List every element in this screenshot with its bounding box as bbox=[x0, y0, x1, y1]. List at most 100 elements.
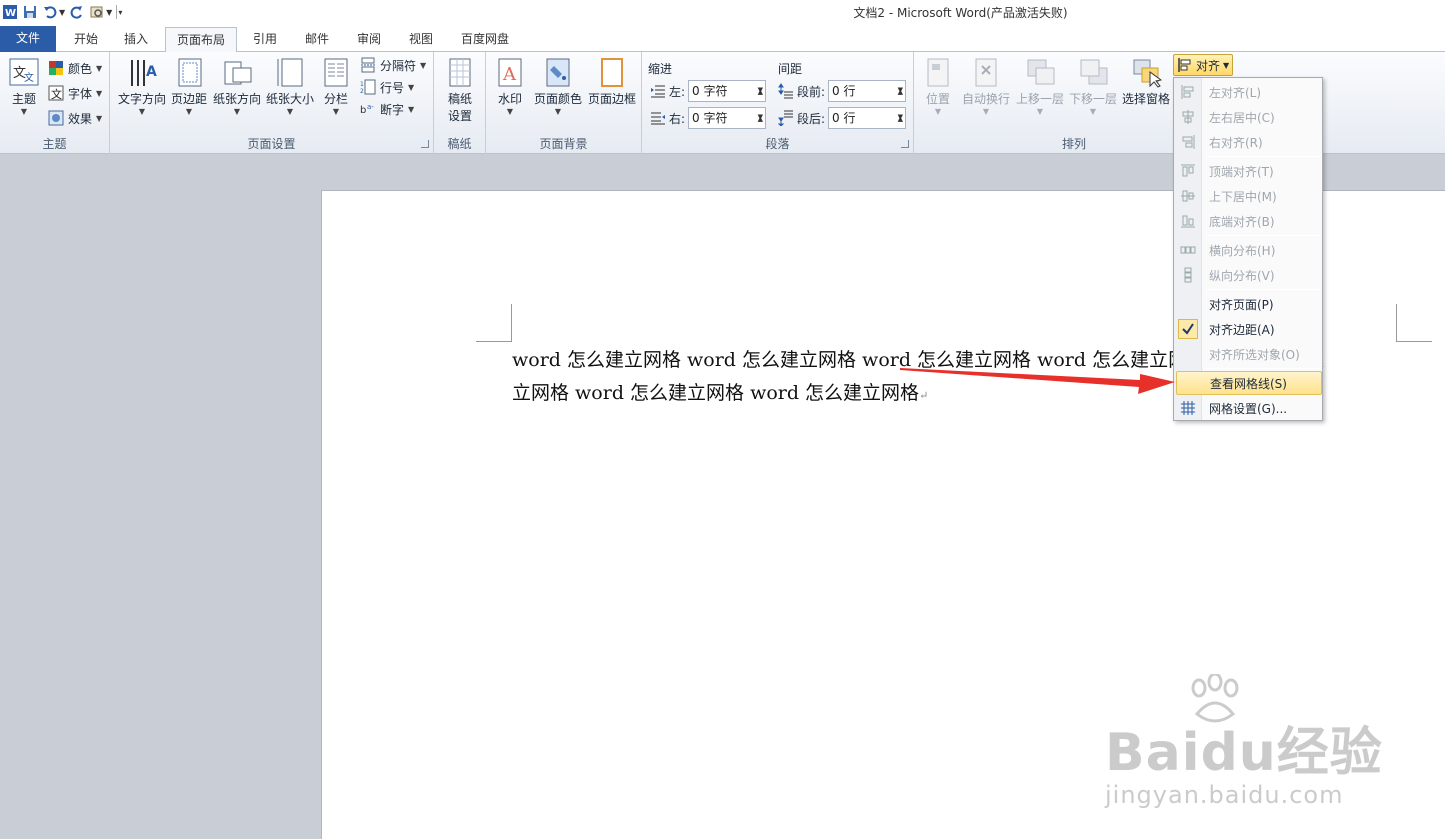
menu-item-distribute-vertical[interactable]: 纵向分布(V) bbox=[1176, 263, 1322, 287]
wrap-text-dropdown-icon: ▼ bbox=[982, 107, 990, 116]
effects-label: 效果 bbox=[68, 111, 93, 126]
selection-pane-button[interactable]: 选择窗格 bbox=[1120, 56, 1172, 107]
breaks-label: 分隔符 bbox=[380, 58, 417, 73]
paper-size-label: 纸张大小 bbox=[265, 92, 314, 106]
theme-effects-button[interactable]: 效果 ▼ bbox=[48, 108, 102, 128]
watermark-icon: A bbox=[494, 56, 526, 88]
orientation-label: 纸张方向 bbox=[212, 92, 261, 106]
indent-heading: 缩进 bbox=[648, 62, 673, 76]
tab-view[interactable]: 视图 bbox=[401, 27, 441, 52]
tab-page-layout[interactable]: 页面布局 bbox=[165, 27, 237, 54]
text-direction-button[interactable]: A 文字方向 ▼ bbox=[116, 56, 168, 116]
watermark-button[interactable]: A 水印 ▼ bbox=[492, 56, 528, 116]
svg-text:A: A bbox=[502, 64, 517, 85]
spacing-after-row: 段后: 0 行 ▲ ▼ bbox=[778, 107, 907, 129]
bring-forward-button[interactable]: 上移一层 ▼ bbox=[1014, 56, 1066, 116]
themes-button[interactable]: 文文 主题 ▼ bbox=[4, 56, 44, 116]
hyphenation-dropdown-icon: ▼ bbox=[408, 104, 415, 114]
paragraph-launcher-icon[interactable] bbox=[901, 140, 909, 148]
text-direction-icon: A bbox=[126, 56, 158, 88]
indent-right-icon bbox=[651, 112, 665, 125]
bring-forward-label: 上移一层 bbox=[1015, 92, 1064, 106]
theme-colors-button[interactable]: 颜色 ▼ bbox=[48, 58, 102, 78]
menu-item-align-bottom[interactable]: 底端对齐(B) bbox=[1176, 209, 1322, 233]
tab-review[interactable]: 审阅 bbox=[349, 27, 389, 52]
svg-text:A: A bbox=[146, 64, 157, 80]
wrap-text-button[interactable]: 自动换行 ▼ bbox=[960, 56, 1012, 116]
manuscript-settings-button[interactable]: 稿纸 设置 bbox=[440, 56, 480, 124]
wrap-text-label: 自动换行 bbox=[961, 92, 1010, 106]
margins-button[interactable]: 页边距 ▼ bbox=[168, 56, 210, 116]
menu-item-align-to-page[interactable]: 对齐页面(P) bbox=[1176, 292, 1322, 316]
position-dropdown-icon: ▼ bbox=[934, 107, 942, 116]
align-top-icon bbox=[1181, 164, 1195, 177]
spin-down-icon[interactable]: ▼ bbox=[758, 80, 763, 100]
spacing-after-input[interactable]: 0 行 ▲ ▼ bbox=[828, 107, 907, 129]
tab-baidu-netdisk[interactable]: 百度网盘 bbox=[452, 27, 518, 52]
indent-left-icon bbox=[651, 85, 665, 98]
page-setup-launcher-icon[interactable] bbox=[421, 140, 429, 148]
menu-item-view-gridlines[interactable]: 查看网格线(S) bbox=[1176, 371, 1322, 395]
watermark-url: jingyan.baidu.com bbox=[1105, 781, 1344, 809]
group-manuscript: 稿纸 设置 稿纸 bbox=[434, 52, 486, 154]
orientation-icon bbox=[221, 56, 253, 88]
indent-right-input[interactable]: 0 字符 ▲ ▼ bbox=[688, 107, 767, 129]
columns-button[interactable]: 分栏 ▼ bbox=[318, 56, 354, 116]
paper-size-button[interactable]: 纸张大小 ▼ bbox=[264, 56, 316, 116]
menu-item-align-middle[interactable]: 上下居中(M) bbox=[1176, 184, 1322, 208]
manuscript-label-2: 设置 bbox=[447, 109, 472, 123]
theme-fonts-button[interactable]: 文 字体 ▼ bbox=[48, 83, 102, 103]
paw-logo-icon bbox=[1191, 674, 1239, 723]
align-bottom-icon bbox=[1181, 215, 1195, 228]
menu-item-align-left[interactable]: 左对齐(L) bbox=[1176, 80, 1322, 104]
tab-references[interactable]: 引用 bbox=[245, 27, 285, 52]
indent-left-input[interactable]: 0 字符 ▲ ▼ bbox=[688, 80, 767, 102]
send-backward-button[interactable]: 下移一层 ▼ bbox=[1067, 56, 1119, 116]
spin-down-icon[interactable]: ▼ bbox=[758, 107, 763, 127]
menu-item-align-selected[interactable]: 对齐所选对象(O) bbox=[1176, 342, 1322, 366]
page-borders-button[interactable]: 页面边框 bbox=[586, 56, 638, 107]
breaks-dropdown-icon: ▼ bbox=[420, 60, 427, 70]
spin-down-icon[interactable]: ▼ bbox=[898, 107, 903, 127]
menu-item-align-center[interactable]: 左右居中(C) bbox=[1176, 105, 1322, 129]
group-label-page-background: 页面背景 bbox=[539, 137, 588, 151]
position-icon bbox=[922, 56, 954, 88]
crop-mark-left bbox=[476, 304, 512, 342]
tab-file[interactable]: 文件 bbox=[0, 26, 56, 52]
menu-label-align-right: 右对齐(R) bbox=[1209, 135, 1263, 150]
margins-icon bbox=[173, 56, 205, 88]
align-center-icon bbox=[1182, 110, 1194, 124]
align-dropdown-icon: ▼ bbox=[1223, 60, 1230, 70]
fonts-icon: 文 bbox=[48, 85, 64, 101]
send-backward-icon bbox=[1077, 56, 1109, 88]
menu-item-align-to-margin[interactable]: 对齐边距(A) bbox=[1176, 317, 1322, 341]
margins-label: 页边距 bbox=[170, 92, 207, 106]
position-button[interactable]: 位置 ▼ bbox=[920, 56, 956, 116]
hyphenation-button[interactable]: b a- 断字 ▼ bbox=[360, 99, 414, 119]
menu-label-align-middle: 上下居中(M) bbox=[1209, 189, 1277, 204]
bring-forward-dropdown-icon: ▼ bbox=[1036, 107, 1044, 116]
tab-home[interactable]: 开始 bbox=[66, 27, 106, 52]
line-numbers-button[interactable]: 12 行号 ▼ bbox=[360, 77, 414, 97]
breaks-icon bbox=[361, 57, 375, 73]
menu-item-align-right[interactable]: 右对齐(R) bbox=[1176, 130, 1322, 154]
menu-item-grid-settings[interactable]: 网格设置(G)... bbox=[1176, 396, 1322, 420]
spacing-before-input[interactable]: 0 行 ▲ ▼ bbox=[828, 80, 907, 102]
menu-item-distribute-horizontal[interactable]: 横向分布(H) bbox=[1176, 238, 1322, 262]
group-label-page-setup: 页面设置 bbox=[247, 137, 296, 151]
page-color-button[interactable]: 页面颜色 ▼ bbox=[532, 56, 584, 116]
breaks-button[interactable]: 分隔符 ▼ bbox=[360, 55, 426, 75]
tab-mailings[interactable]: 邮件 bbox=[297, 27, 337, 52]
indent-left-row: 左: 0 字符 ▲ ▼ bbox=[650, 80, 767, 102]
align-button[interactable]: 对齐 ▼ bbox=[1173, 54, 1233, 76]
effects-icon bbox=[48, 110, 64, 126]
menu-item-align-top[interactable]: 顶端对齐(T) bbox=[1176, 159, 1322, 183]
spin-down-icon[interactable]: ▼ bbox=[898, 80, 903, 100]
tab-insert[interactable]: 插入 bbox=[116, 27, 156, 52]
menu-label-grid-settings: 网格设置(G)... bbox=[1209, 401, 1288, 416]
distribute-vertical-icon bbox=[1184, 267, 1192, 283]
crop-mark-right bbox=[1396, 304, 1432, 342]
send-backward-dropdown-icon: ▼ bbox=[1089, 107, 1097, 116]
orientation-button[interactable]: 纸张方向 ▼ bbox=[210, 56, 264, 116]
columns-dropdown-icon: ▼ bbox=[332, 107, 340, 116]
